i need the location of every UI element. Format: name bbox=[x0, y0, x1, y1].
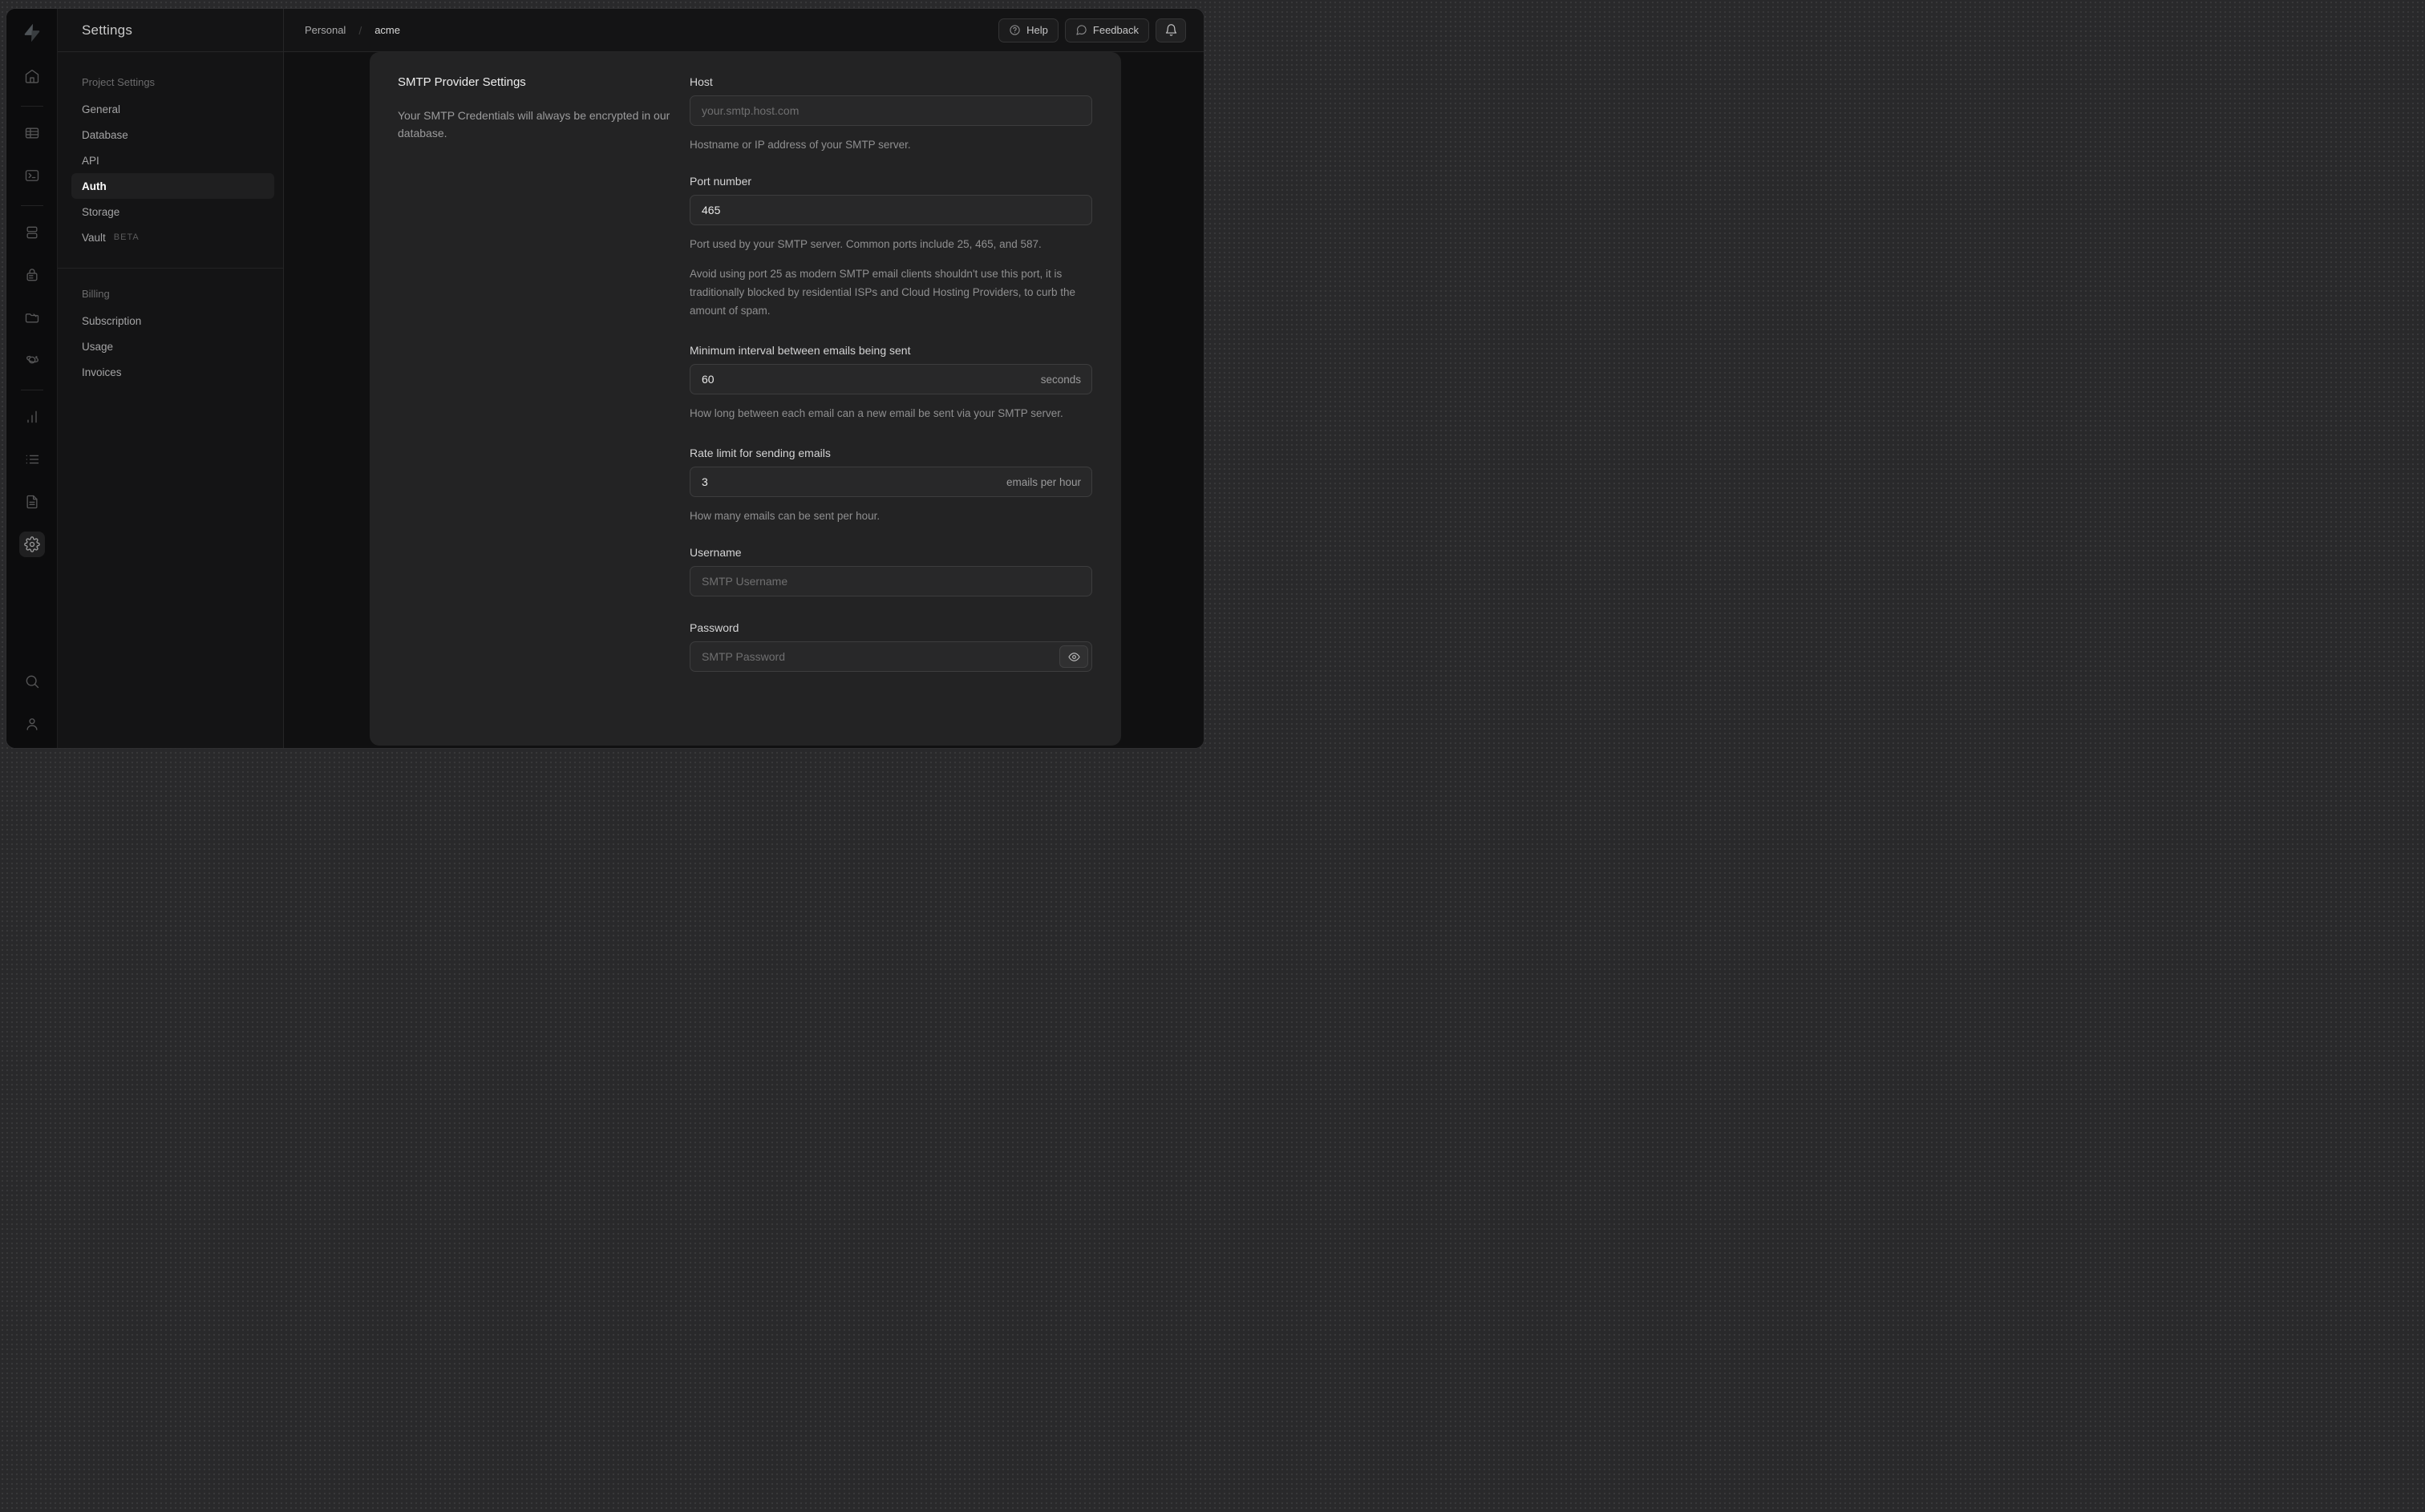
rail-divider bbox=[20, 106, 43, 107]
section-label-project-settings: Project Settings bbox=[82, 76, 156, 88]
edge-functions-icon[interactable] bbox=[19, 347, 45, 373]
help-button-label: Help bbox=[1026, 24, 1048, 36]
rate-limit-help: How many emails can be sent per hour. bbox=[690, 510, 881, 522]
sidebar-item-vault[interactable]: Vault BETA bbox=[71, 224, 274, 250]
reports-icon[interactable] bbox=[19, 404, 45, 430]
port-help-2: Avoid using port 25 as modern SMTP email… bbox=[690, 268, 1076, 317]
logs-icon[interactable] bbox=[19, 447, 45, 472]
section-label-billing: Billing bbox=[82, 288, 110, 300]
top-bar: Personal / acme Help Feedback bbox=[284, 9, 1204, 52]
icon-rail bbox=[6, 9, 58, 748]
rate-limit-input[interactable] bbox=[690, 467, 1092, 497]
app-window: Settings Project Settings General Databa… bbox=[6, 8, 1204, 749]
username-input[interactable] bbox=[690, 566, 1092, 596]
storage-icon[interactable] bbox=[19, 305, 45, 330]
settings-sidebar-header: Settings bbox=[58, 9, 283, 52]
breadcrumb-project[interactable]: acme bbox=[374, 24, 400, 36]
password-label: Password bbox=[690, 621, 739, 634]
port-input[interactable] bbox=[690, 195, 1092, 225]
bell-icon bbox=[1165, 24, 1176, 36]
sidebar-item-general[interactable]: General bbox=[71, 96, 274, 122]
sidebar-item-invoices[interactable]: Invoices bbox=[71, 359, 274, 385]
panel-heading: SMTP Provider Settings bbox=[398, 75, 526, 89]
notifications-button[interactable] bbox=[1156, 18, 1186, 42]
panel-description: Your SMTP Credentials will always be enc… bbox=[398, 109, 670, 139]
sidebar-item-subscription[interactable]: Subscription bbox=[71, 308, 274, 334]
breadcrumb: Personal / acme bbox=[305, 24, 400, 37]
sidebar-item-database[interactable]: Database bbox=[71, 122, 274, 148]
password-input[interactable] bbox=[690, 641, 1092, 672]
smtp-settings-panel: SMTP Provider Settings Your SMTP Credent… bbox=[370, 52, 1121, 746]
help-button[interactable]: Help bbox=[998, 18, 1059, 42]
sidebar-item-usage[interactable]: Usage bbox=[71, 334, 274, 359]
sidebar-item-auth[interactable]: Auth bbox=[71, 173, 274, 199]
host-input[interactable] bbox=[690, 95, 1092, 126]
host-label: Host bbox=[690, 75, 713, 88]
table-editor-icon[interactable] bbox=[19, 120, 45, 146]
sidebar-item-api[interactable]: API bbox=[71, 148, 274, 173]
rate-limit-label: Rate limit for sending emails bbox=[690, 447, 831, 459]
smtp-form: Host Hostname or IP address of your SMTP… bbox=[690, 73, 1092, 746]
page-title: Settings bbox=[82, 22, 133, 38]
database-icon[interactable] bbox=[19, 220, 45, 245]
sql-editor-icon[interactable] bbox=[19, 163, 45, 188]
account-user-icon[interactable] bbox=[19, 711, 45, 737]
project-settings-gear-icon[interactable] bbox=[18, 532, 45, 557]
interval-input[interactable] bbox=[690, 364, 1092, 394]
beta-badge: BETA bbox=[113, 232, 140, 242]
breadcrumb-org[interactable]: Personal bbox=[305, 24, 346, 36]
content-area: SMTP Provider Settings Your SMTP Credent… bbox=[284, 52, 1204, 748]
interval-label: Minimum interval between emails being se… bbox=[690, 344, 911, 357]
rail-divider bbox=[20, 205, 43, 206]
search-icon[interactable] bbox=[19, 669, 45, 694]
feedback-button-label: Feedback bbox=[1092, 24, 1139, 36]
host-help: Hostname or IP address of your SMTP serv… bbox=[690, 139, 911, 151]
settings-sidebar: Settings Project Settings General Databa… bbox=[58, 9, 284, 748]
breadcrumb-separator: / bbox=[358, 23, 362, 37]
feedback-button[interactable]: Feedback bbox=[1064, 18, 1149, 42]
port-help-1: Port used by your SMTP server. Common po… bbox=[690, 238, 1042, 250]
chat-bubble-icon bbox=[1076, 25, 1087, 35]
auth-lock-icon[interactable] bbox=[19, 262, 45, 288]
help-circle-icon bbox=[1010, 25, 1020, 35]
username-label: Username bbox=[690, 546, 742, 559]
sidebar-item-storage[interactable]: Storage bbox=[71, 199, 274, 224]
api-docs-icon[interactable] bbox=[19, 489, 45, 515]
toggle-password-visibility-button[interactable] bbox=[1059, 645, 1088, 668]
supabase-logo-icon[interactable] bbox=[19, 20, 45, 46]
port-label: Port number bbox=[690, 175, 752, 188]
interval-help: How long between each email can a new em… bbox=[690, 407, 1063, 419]
sidebar-divider bbox=[58, 268, 283, 269]
eye-icon bbox=[1067, 652, 1080, 661]
home-icon[interactable] bbox=[19, 63, 45, 89]
